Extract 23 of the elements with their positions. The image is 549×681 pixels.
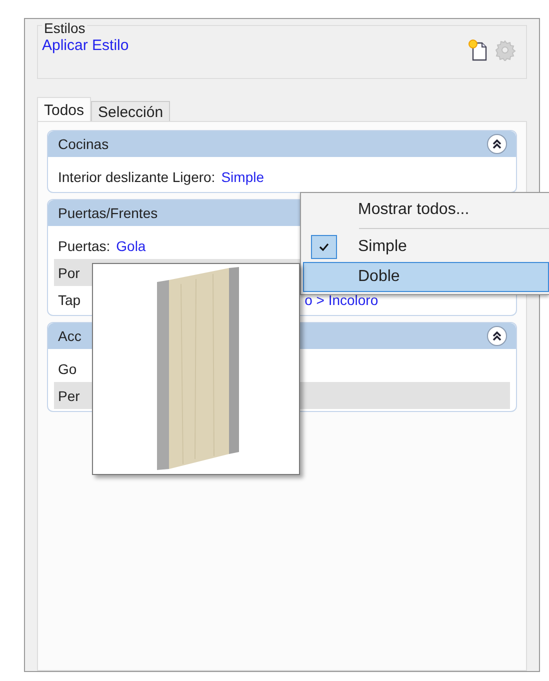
section-title: Acc (58, 328, 82, 344)
property-label: Interior deslizante Ligero: (58, 168, 216, 184)
property-value[interactable]: Simple (221, 168, 264, 184)
tab[interactable]: Todos (37, 97, 92, 121)
collapse-icon[interactable] (486, 133, 508, 155)
property-value[interactable]: o > Incoloro (304, 292, 378, 308)
section-header[interactable]: Cocinas (48, 131, 516, 157)
menu-item[interactable]: Simple (303, 232, 549, 262)
group-title: Estilos (42, 20, 88, 36)
property-label: Puertas: (58, 238, 110, 254)
tab[interactable]: Selección (91, 101, 170, 121)
property-label: Go (58, 360, 77, 376)
collapse-icon[interactable] (486, 325, 508, 347)
property-label: Per (58, 388, 80, 404)
new-document-icon[interactable] (468, 39, 488, 61)
section-title: Puertas/Frentes (58, 205, 158, 221)
menu-item[interactable]: Doble (303, 262, 549, 292)
property-row[interactable]: Interior deslizante Ligero: Simple (54, 163, 510, 190)
property-label: Por (58, 264, 80, 280)
property-value[interactable]: Gola (116, 238, 146, 254)
property-label: Tap (58, 292, 81, 308)
apply-style-link[interactable]: Aplicar Estilo (42, 36, 129, 54)
section-title: Cocinas (58, 136, 109, 152)
